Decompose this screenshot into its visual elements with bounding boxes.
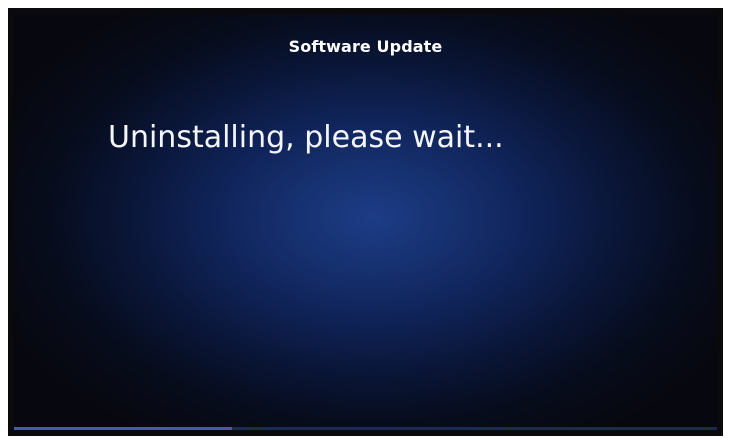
progress-fill [14,427,232,430]
progress-bar [14,427,717,430]
device-frame: Software Update Uninstalling, please wai… [0,0,731,443]
update-screen: Software Update Uninstalling, please wai… [8,8,723,436]
status-message: Uninstalling, please wait... [108,120,504,155]
screen-title: Software Update [288,37,443,56]
